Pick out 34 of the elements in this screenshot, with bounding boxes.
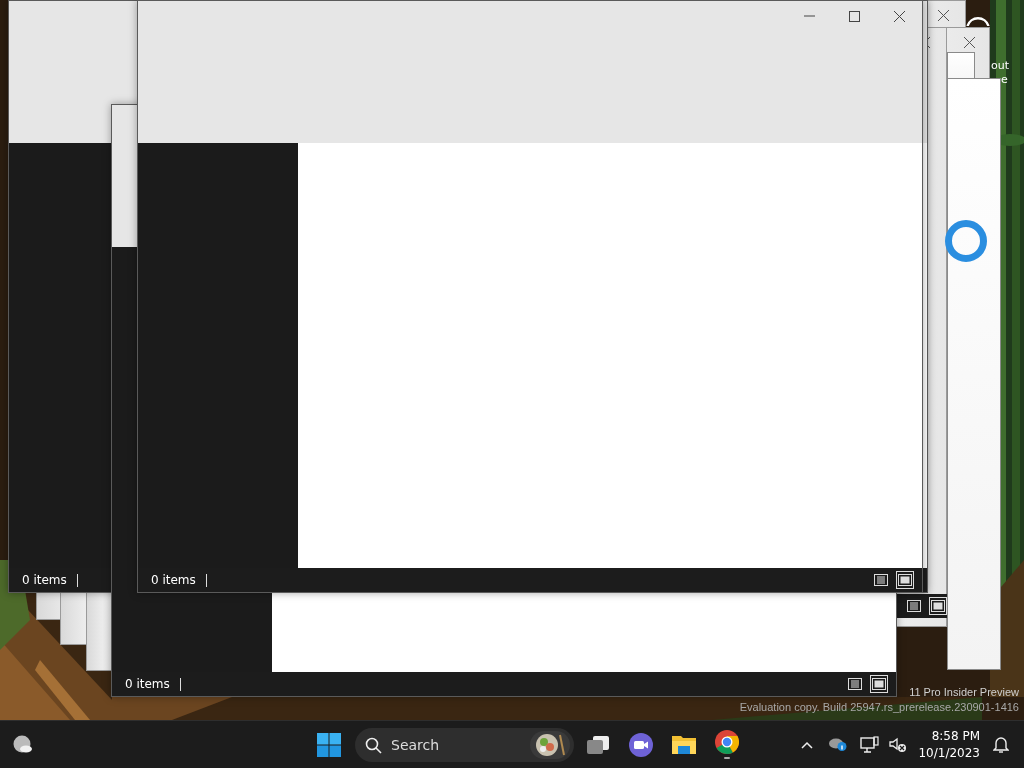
clock[interactable]: 8:58 PM 10/1/2023 <box>912 727 986 762</box>
minimize-icon <box>804 15 815 17</box>
watermark-text: Evaluation copy. Build 25947.rs_prerelease.230901-1416 <box>739 701 1019 713</box>
loading-spinner-icon <box>945 220 987 262</box>
details-view-button[interactable] <box>846 675 864 693</box>
list-icon <box>874 574 888 586</box>
item-count: 0 items <box>151 573 207 587</box>
preview-view-button[interactable] <box>870 675 888 693</box>
watermark-text: 11 Pro Insider Preview <box>909 686 1019 698</box>
desktop-icon-label: e <box>1001 73 1008 86</box>
item-count: 0 items <box>125 677 181 691</box>
preview-pane-icon <box>872 678 886 690</box>
list-icon <box>848 678 862 690</box>
preview-pane-icon <box>931 600 945 612</box>
search-icon <box>365 736 382 754</box>
windows-stack-icon <box>587 735 609 754</box>
maximize-icon <box>849 10 860 22</box>
preview-view-button[interactable] <box>896 571 914 589</box>
desktop-icon-label: out <box>991 59 1009 72</box>
details-view-button[interactable] <box>872 571 890 589</box>
cloud-icon <box>828 738 848 751</box>
speaker-muted-icon <box>889 736 908 753</box>
preview-view-button[interactable] <box>929 597 947 615</box>
cloud-icon <box>13 734 33 755</box>
windows-logo-icon <box>317 732 341 757</box>
details-view-button[interactable] <box>905 597 923 615</box>
network-icon <box>859 736 879 753</box>
video-camera-icon <box>629 732 653 757</box>
preview-pane-icon <box>898 574 912 586</box>
list-icon <box>907 600 921 612</box>
chevron-up-icon <box>801 740 814 749</box>
browser-icon <box>715 729 739 760</box>
bell-icon <box>993 736 1009 753</box>
folder-icon <box>672 735 696 754</box>
